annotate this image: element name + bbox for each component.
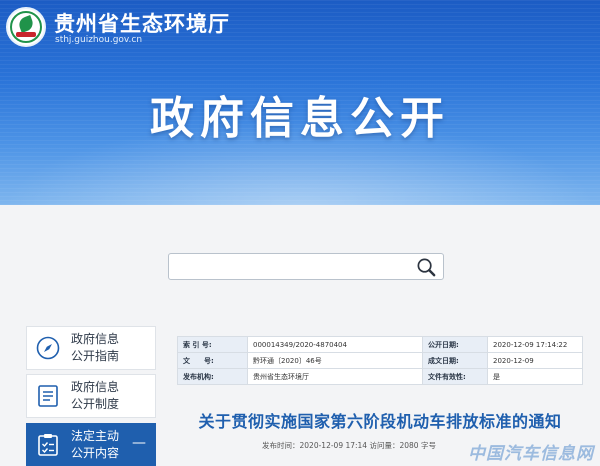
meta-value: 2020-12-09 [487,352,583,369]
site-logo-icon[interactable] [6,7,46,47]
meta-key: 成文日期: [422,352,488,369]
meta-value: 000014349/2020-4870404 [247,336,423,353]
document-meta-table: 索 引 号: 000014349/2020-4870404 公开日期: 2020… [177,336,583,385]
sidebar-item-label: 政府信息 公开指南 [71,332,120,363]
watermark: 中国汽车信息网 [468,444,594,464]
page-title: 政府信息公开 [150,93,450,144]
document-meta-line: 发布时间：2020-12-09 17:14 访问量：2080 字号 [262,441,436,450]
sidebar-item-mandatory[interactable]: 法定主动 公开内容 — [26,423,156,466]
sidebar-item-rules[interactable]: 政府信息 公开制度 [26,374,156,418]
header-banner: 贵州省生态环境厅 sthj.guizhou.gov.cn 政府信息公开 [0,0,600,205]
sidebar-item-label: 政府信息 公开制度 [71,380,120,411]
sidebar-item-guide[interactable]: 政府信息 公开指南 [26,326,156,370]
checklist-document-icon [38,434,58,456]
document-title: 关于贯彻实施国家第六阶段机动车排放标准的通知 [198,412,562,431]
sidebar-item-label: 法定主动 公开内容 [71,429,120,460]
compass-icon [36,336,60,360]
table-row: 发布机构: 贵州省生态环境厅 文件有效性: 是 [177,368,583,385]
meta-value: 2020-12-09 17:14:22 [487,336,583,353]
site-url: sthj.guizhou.gov.cn [55,35,143,45]
collapse-icon[interactable]: — [132,435,146,451]
site-name[interactable]: 贵州省生态环境厅 [54,8,230,38]
meta-value: 贵州省生态环境厅 [247,368,423,385]
search-icon[interactable] [416,257,437,278]
meta-key: 发布机构: [177,368,248,385]
search-input[interactable] [168,253,444,280]
meta-key: 公开日期: [422,336,488,353]
table-row: 文 号: 黔环通〔2020〕46号 成文日期: 2020-12-09 [177,352,583,369]
list-document-icon [38,385,58,407]
meta-value: 黔环通〔2020〕46号 [247,352,423,369]
meta-key: 索 引 号: [177,336,248,353]
meta-key: 文 号: [177,352,248,369]
meta-key: 文件有效性: [422,368,488,385]
meta-value: 是 [487,368,583,385]
table-row: 索 引 号: 000014349/2020-4870404 公开日期: 2020… [177,336,583,353]
